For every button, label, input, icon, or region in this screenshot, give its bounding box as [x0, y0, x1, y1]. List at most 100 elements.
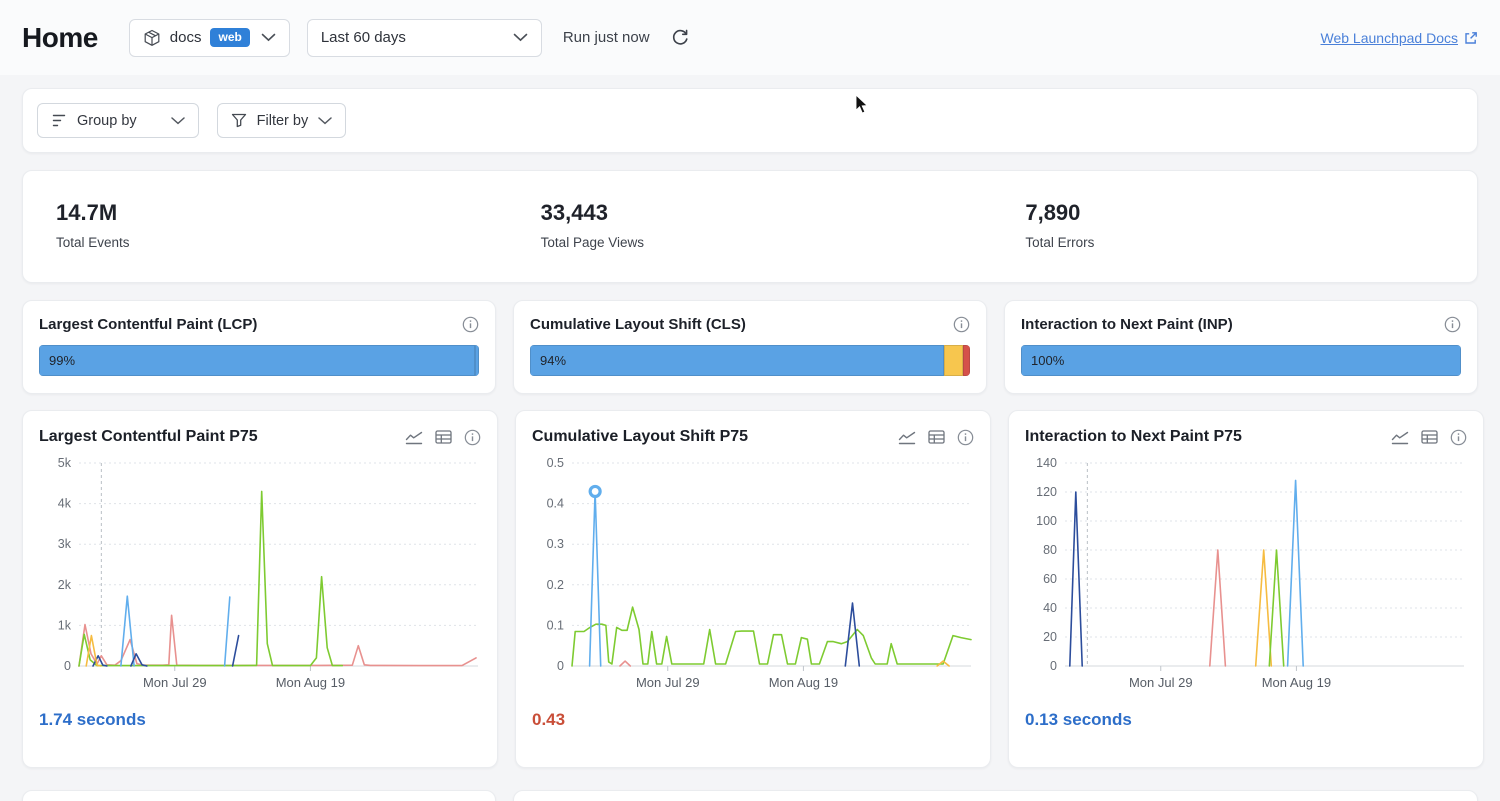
info-icon[interactable]: [462, 316, 479, 333]
score-card-inp: Interaction to Next Paint (INP) 100%: [1004, 300, 1478, 394]
svg-text:100: 100: [1036, 514, 1057, 528]
svg-text:Mon Jul 29: Mon Jul 29: [636, 675, 700, 690]
svg-text:Mon Jul 29: Mon Jul 29: [143, 675, 207, 690]
svg-text:4k: 4k: [58, 497, 72, 511]
filter-by-button[interactable]: Filter by: [217, 103, 347, 138]
inp-score-bar: 100%: [1021, 345, 1461, 376]
score-segment: 100%: [1021, 345, 1461, 376]
stat-total-errors: 7,890 Total Errors: [992, 171, 1477, 282]
info-icon[interactable]: [1450, 429, 1467, 446]
chart-cards-row: Largest Contentful Paint P75 0 1k 2k 3k 4k: [22, 410, 1478, 768]
chevron-down-icon: [171, 117, 185, 125]
info-icon[interactable]: [957, 429, 974, 446]
info-icon[interactable]: [1444, 316, 1461, 333]
svg-text:5k: 5k: [58, 456, 72, 470]
cls-p75-chart[interactable]: 00.10.20.30.40.5Mon Jul 29Mon Aug 19: [532, 453, 974, 695]
svg-text:40: 40: [1043, 601, 1057, 615]
stat-label: Total Errors: [1025, 235, 1477, 250]
svg-text:140: 140: [1036, 456, 1057, 470]
table-view-icon[interactable]: [435, 430, 452, 444]
external-link-icon: [1464, 31, 1478, 45]
group-by-label: Group by: [77, 113, 137, 129]
svg-text:0: 0: [1050, 659, 1057, 673]
score-card-title: Largest Contentful Paint (LCP): [39, 316, 257, 333]
chevron-down-icon: [318, 117, 332, 125]
svg-text:0.5: 0.5: [547, 456, 564, 470]
stat-value: 7,890: [1025, 200, 1477, 226]
chart-card-title: Cumulative Layout Shift P75: [532, 428, 748, 446]
stat-label: Total Page Views: [541, 235, 993, 250]
score-segment: 94%: [530, 345, 944, 376]
svg-text:0.3: 0.3: [547, 537, 564, 551]
chart-card-lcp-p75: Largest Contentful Paint P75 0 1k 2k 3k 4k: [22, 410, 498, 768]
table-view-icon[interactable]: [928, 430, 945, 444]
stat-label: Total Events: [56, 235, 508, 250]
chevron-down-icon: [513, 33, 528, 42]
svg-text:20: 20: [1043, 630, 1057, 644]
project-platform-icon: [143, 29, 161, 47]
project-selector[interactable]: docs web: [129, 19, 290, 57]
svg-text:Mon Aug 19: Mon Aug 19: [769, 675, 838, 690]
score-segment: [944, 345, 964, 376]
info-icon[interactable]: [953, 316, 970, 333]
score-card-title: Interaction to Next Paint (INP): [1021, 316, 1233, 333]
svg-text:2k: 2k: [58, 578, 72, 592]
svg-text:120: 120: [1036, 485, 1057, 499]
cls-score-bar: 94%: [530, 345, 970, 376]
stat-total-events: 14.7M Total Events: [23, 171, 508, 282]
partial-card-left: [22, 790, 496, 801]
line-chart-view-icon[interactable]: [405, 430, 423, 445]
chart-card-inp-p75: Interaction to Next Paint P75 02040608: [1008, 410, 1484, 768]
stat-total-page-views: 33,443 Total Page Views: [508, 171, 993, 282]
project-platform-badge: web: [210, 28, 249, 47]
score-segment: 99%: [39, 345, 475, 376]
chart-card-title: Interaction to Next Paint P75: [1025, 428, 1242, 446]
page-header: Home docs web Last 60 days Run just now: [0, 0, 1500, 75]
refresh-button[interactable]: [667, 24, 694, 51]
partial-card-right: [513, 790, 1478, 801]
score-segment: [963, 345, 970, 376]
svg-text:80: 80: [1043, 543, 1057, 557]
date-range-value: Last 60 days: [321, 29, 502, 46]
svg-text:Mon Aug 19: Mon Aug 19: [1262, 675, 1331, 690]
lcp-score-bar: 99%: [39, 345, 479, 376]
score-card-lcp: Largest Contentful Paint (LCP) 99%: [22, 300, 496, 394]
group-by-button[interactable]: Group by: [37, 103, 199, 138]
inp-p75-chart[interactable]: 0 20 40 60 80 100 120 140 Mon Jul 29 Mon Aug 19: [1025, 453, 1467, 695]
lcp-p75-value: 1.74 seconds: [39, 710, 481, 730]
stat-value: 14.7M: [56, 200, 508, 226]
svg-text:Mon Jul 29: Mon Jul 29: [1129, 675, 1193, 690]
docs-link-label: Web Launchpad Docs: [1321, 30, 1459, 46]
svg-text:1k: 1k: [58, 618, 72, 632]
web-launchpad-docs-link[interactable]: Web Launchpad Docs: [1321, 30, 1479, 46]
launchpad-page: Home docs web Last 60 days Run just now: [0, 0, 1500, 801]
svg-text:0.4: 0.4: [547, 497, 564, 511]
line-chart-view-icon[interactable]: [1391, 430, 1409, 445]
stats-card: 14.7M Total Events 33,443 Total Page Vie…: [22, 170, 1478, 283]
date-range-selector[interactable]: Last 60 days: [307, 19, 542, 57]
svg-text:60: 60: [1043, 572, 1057, 586]
svg-text:0.1: 0.1: [547, 618, 564, 632]
filter-funnel-icon: [231, 113, 247, 128]
stat-value: 33,443: [541, 200, 993, 226]
table-view-icon[interactable]: [1421, 430, 1438, 444]
bottom-cards-row: [22, 790, 1478, 801]
project-name: docs: [170, 29, 202, 46]
filter-by-label: Filter by: [257, 113, 309, 129]
svg-text:0: 0: [64, 659, 71, 673]
score-card-title: Cumulative Layout Shift (CLS): [530, 316, 746, 333]
group-by-icon: [51, 114, 67, 127]
score-card-cls: Cumulative Layout Shift (CLS) 94%: [513, 300, 987, 394]
chart-card-cls-p75: Cumulative Layout Shift P75 00.10.20.3: [515, 410, 991, 768]
chart-card-title: Largest Contentful Paint P75: [39, 428, 258, 446]
svg-text:3k: 3k: [58, 537, 72, 551]
cls-p75-value: 0.43: [532, 710, 974, 730]
score-segment: [475, 345, 479, 376]
svg-text:0: 0: [557, 659, 564, 673]
page-title: Home: [22, 22, 98, 54]
refresh-icon: [671, 28, 690, 47]
info-icon[interactable]: [464, 429, 481, 446]
main-content: Group by Filter by 14.7M T: [0, 75, 1500, 801]
lcp-p75-chart[interactable]: 01k2k3k4k5kMon Jul 29Mon Aug 19: [39, 453, 481, 695]
line-chart-view-icon[interactable]: [898, 430, 916, 445]
